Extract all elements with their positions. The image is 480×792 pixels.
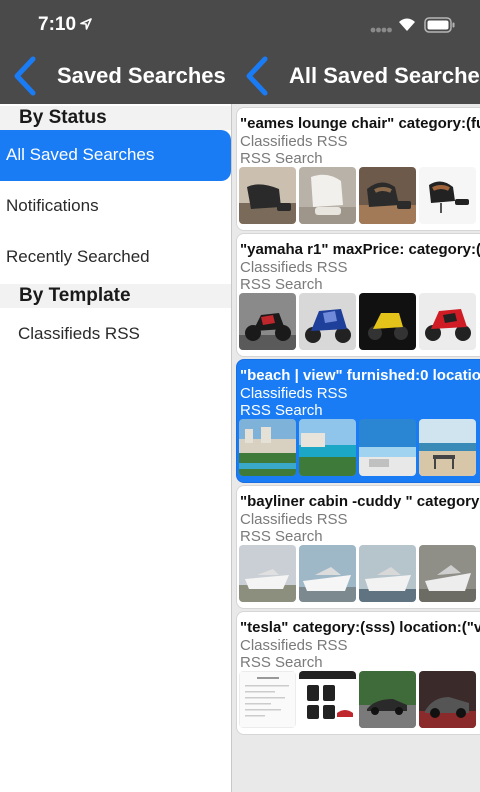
- sidebar-item-label: All Saved Searches: [6, 145, 155, 164]
- listing-thumbnail: [359, 545, 416, 602]
- search-title: "tesla" category:(sss) location:("vanc: [240, 619, 480, 636]
- listing-thumbnail: [239, 419, 296, 476]
- search-source: Classifieds RSS: [240, 259, 348, 276]
- saved-search-card[interactable]: "yamaha r1" maxPrice: category:(mc Class…: [237, 234, 480, 356]
- listing-thumbnail: [359, 293, 416, 350]
- battery-icon: [424, 17, 455, 33]
- search-source: Classifieds RSS: [240, 133, 348, 150]
- listing-thumbnail: [359, 167, 416, 224]
- listing-thumbnail: [239, 545, 296, 602]
- listing-thumbnail: [299, 419, 356, 476]
- search-title: "bayliner cabin -cuddy " category:(bo: [240, 493, 480, 510]
- back-chevron-icon[interactable]: [12, 56, 36, 96]
- search-type: RSS Search: [240, 402, 323, 419]
- status-time: 7:10: [38, 14, 77, 35]
- listing-thumbnail: [419, 545, 476, 602]
- section-header-by-status: By Status: [0, 106, 231, 130]
- sidebar-item-all-saved-searches[interactable]: All Saved Searches: [0, 130, 231, 181]
- sidebar-item-label: Notifications: [6, 196, 99, 215]
- saved-search-card[interactable]: "eames lounge chair" category:(fua) Clas…: [237, 108, 480, 230]
- listing-thumbnail: [419, 167, 476, 224]
- wifi-icon: [399, 18, 415, 31]
- sidebar: By Status All Saved Searches Notificatio…: [0, 104, 231, 792]
- saved-search-card[interactable]: "bayliner cabin -cuddy " category:(bo Cl…: [237, 486, 480, 608]
- listing-thumbnail: [419, 419, 476, 476]
- navigation-header: 7:10 Saved Searches All Saved Searches: [0, 0, 480, 104]
- search-source: Classifieds RSS: [240, 511, 348, 528]
- listing-thumbnail: [239, 293, 296, 350]
- listing-thumbnail: [239, 671, 296, 728]
- listing-thumbnail: [299, 671, 356, 728]
- listing-thumbnail: [419, 671, 476, 728]
- sidebar-item-label: Classifieds RSS: [18, 324, 140, 343]
- search-type: RSS Search: [240, 150, 323, 167]
- sidebar-item-recently-searched[interactable]: Recently Searched: [0, 232, 231, 283]
- saved-search-card[interactable]: "tesla" category:(sss) location:("vanc C…: [237, 612, 480, 734]
- search-source: Classifieds RSS: [240, 637, 348, 654]
- listing-thumbnail: [299, 293, 356, 350]
- listing-thumbnail: [419, 293, 476, 350]
- listing-thumbnail: [239, 167, 296, 224]
- section-header-by-template: By Template: [0, 284, 231, 308]
- listing-thumbnail: [359, 419, 416, 476]
- sidebar-item-label: Recently Searched: [6, 247, 150, 266]
- location-arrow-icon: [80, 18, 92, 30]
- sidebar-item-notifications[interactable]: Notifications: [0, 181, 231, 232]
- listing-thumbnail: [359, 671, 416, 728]
- search-title: "yamaha r1" maxPrice: category:(mc: [240, 241, 480, 258]
- search-type: RSS Search: [240, 276, 323, 293]
- sidebar-item-classifieds-rss[interactable]: Classifieds RSS: [0, 309, 231, 360]
- back-chevron-icon[interactable]: [244, 56, 268, 96]
- search-title: "eames lounge chair" category:(fua): [240, 115, 480, 132]
- page-title: All Saved Searches: [289, 63, 480, 88]
- search-type: RSS Search: [240, 654, 323, 671]
- saved-searches-list[interactable]: "eames lounge chair" category:(fua) Clas…: [232, 104, 480, 792]
- sidebar-title: Saved Searches: [57, 63, 226, 88]
- listing-thumbnail: [299, 167, 356, 224]
- saved-search-card[interactable]: "beach | view" furnished:0 location:( Cl…: [237, 360, 480, 482]
- search-title: "beach | view" furnished:0 location:(: [240, 367, 480, 384]
- listing-thumbnail: [299, 545, 356, 602]
- search-source: Classifieds RSS: [240, 385, 348, 402]
- signal-dots-icon: [370, 27, 392, 33]
- search-type: RSS Search: [240, 528, 323, 545]
